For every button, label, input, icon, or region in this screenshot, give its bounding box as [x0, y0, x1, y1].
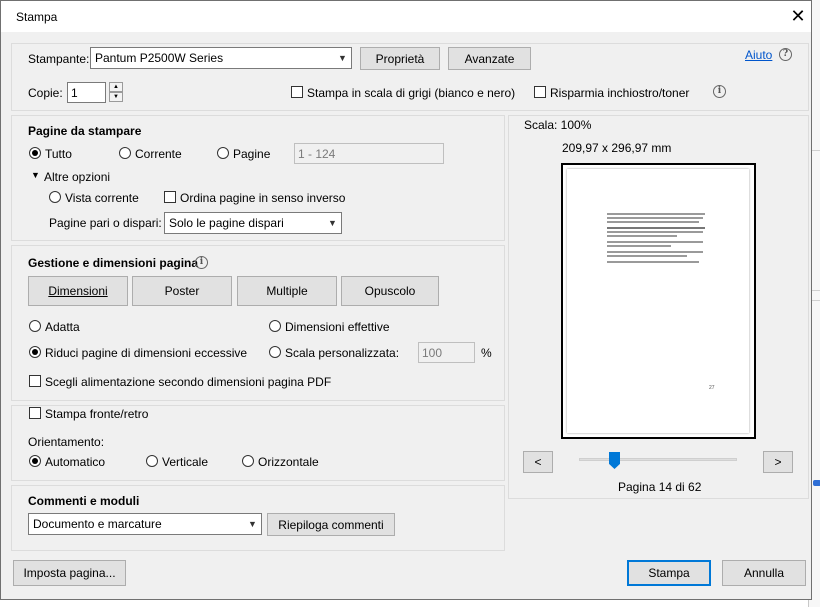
print-button[interactable]: Stampa	[627, 560, 711, 586]
help-icon[interactable]: ?	[779, 48, 792, 61]
shrink-radio[interactable]	[29, 346, 41, 358]
save-ink-checkbox[interactable]	[534, 86, 546, 98]
orientation-landscape-radio[interactable]	[242, 455, 254, 467]
printer-select[interactable]: Pantum P2500W Series ▼	[90, 47, 352, 69]
orientation-landscape-label: Orizzontale	[258, 455, 319, 469]
help-link[interactable]: Aiuto	[745, 48, 772, 62]
pages-range-radio[interactable]	[217, 147, 229, 159]
pages-all-radio[interactable]	[29, 147, 41, 159]
odd-even-label: Pagine pari o dispari:	[49, 216, 162, 230]
comments-section-title: Commenti e moduli	[28, 494, 140, 508]
info-icon[interactable]: i	[195, 256, 208, 269]
comments-select-value: Documento e marcature	[33, 517, 162, 531]
next-page-button[interactable]: >	[763, 451, 793, 473]
reverse-order-checkbox[interactable]	[164, 191, 176, 203]
tab-dimensioni[interactable]: Dimensioni	[28, 276, 128, 306]
tab-opuscolo[interactable]: Opuscolo	[341, 276, 439, 306]
close-icon[interactable]: ✕	[787, 5, 809, 27]
page-setup-button[interactable]: Imposta pagina...	[13, 560, 126, 586]
custom-scale-label: Scala personalizzata:	[285, 346, 400, 360]
print-dialog: Stampa ✕ Stampante: Pantum P2500W Series…	[0, 0, 812, 600]
orientation-auto-label: Automatico	[45, 455, 106, 469]
odd-even-value: Solo le pagine dispari	[169, 216, 284, 230]
pages-range-input[interactable]: 1 - 124	[294, 143, 444, 164]
pages-current-label: Corrente	[135, 147, 182, 161]
page-slider-track[interactable]	[579, 458, 737, 461]
previous-page-button[interactable]: <	[523, 451, 553, 473]
save-ink-label: Risparmia inchiostro/toner	[550, 86, 690, 100]
background-blue-marker	[813, 480, 820, 486]
paper-source-label: Scegli alimentazione secondo dimensioni …	[45, 375, 332, 389]
copies-input[interactable]: 1	[67, 82, 106, 103]
current-view-radio[interactable]	[49, 191, 61, 203]
printer-select-value: Pantum P2500W Series	[95, 51, 224, 65]
summarize-comments-button[interactable]: Riepiloga commenti	[267, 513, 395, 536]
preview-dimensions: 209,97 x 296,97 mm	[562, 141, 672, 155]
preview-page: 27	[567, 169, 749, 433]
printer-label: Stampante:	[28, 52, 90, 66]
orientation-portrait-label: Verticale	[162, 455, 209, 469]
duplex-checkbox[interactable]	[29, 407, 41, 419]
fit-radio[interactable]	[29, 320, 41, 332]
pages-current-radio[interactable]	[119, 147, 131, 159]
orientation-portrait-radio[interactable]	[146, 455, 158, 467]
pages-section-title: Pagine da stampare	[28, 124, 142, 138]
page-indicator: Pagina 14 di 62	[618, 480, 702, 494]
title-bar: Stampa ✕	[1, 1, 811, 32]
tab-poster[interactable]: Poster	[132, 276, 232, 306]
sizing-section-title: Gestione e dimensioni pagina	[28, 256, 199, 270]
window-title: Stampa	[16, 10, 58, 24]
odd-even-select[interactable]: Solo le pagine dispari ▼	[164, 212, 342, 234]
pages-all-label: Tutto	[45, 147, 72, 161]
grayscale-label: Stampa in scala di grigi (bianco e nero)	[307, 86, 516, 100]
properties-button[interactable]: Proprietà	[360, 47, 440, 70]
preview-sheet-page-number: 27	[709, 385, 715, 391]
paper-source-checkbox[interactable]	[29, 375, 41, 387]
tab-multiple[interactable]: Multiple	[237, 276, 337, 306]
comments-select[interactable]: Documento e marcature ▼	[28, 513, 262, 535]
pages-range-label: Pagine	[233, 147, 271, 161]
chevron-down-icon: ▼	[328, 218, 337, 228]
chevron-down-icon: ▼	[338, 53, 347, 63]
custom-scale-radio[interactable]	[269, 346, 281, 358]
preview-scale: Scala: 100%	[524, 118, 592, 132]
custom-scale-input[interactable]: 100	[418, 342, 475, 363]
chevron-down-icon: ▼	[248, 519, 257, 529]
advanced-button[interactable]: Avanzate	[448, 47, 531, 70]
expand-triangle-icon[interactable]: ▼	[31, 170, 40, 180]
actual-size-label: Dimensioni effettive	[285, 320, 390, 334]
grayscale-checkbox[interactable]	[291, 86, 303, 98]
info-icon[interactable]: i	[713, 85, 726, 98]
reverse-order-label: Ordina pagine in senso inverso	[180, 191, 346, 205]
current-view-label: Vista corrente	[65, 191, 139, 205]
stepper-up-icon[interactable]: ▲	[109, 82, 123, 92]
percent-label: %	[481, 346, 492, 360]
stepper-down-icon[interactable]: ▼	[109, 92, 123, 102]
more-options-label[interactable]: Altre opzioni	[44, 170, 110, 184]
actual-size-radio[interactable]	[269, 320, 281, 332]
copies-stepper[interactable]: ▲ ▼	[109, 82, 123, 102]
orientation-auto-radio[interactable]	[29, 455, 41, 467]
cancel-button[interactable]: Annulla	[722, 560, 806, 586]
orientation-label: Orientamento:	[28, 435, 105, 449]
copies-label: Copie:	[28, 86, 63, 100]
duplex-label: Stampa fronte/retro	[45, 407, 149, 421]
shrink-label: Riduci pagine di dimensioni eccessive	[45, 346, 248, 360]
fit-label: Adatta	[45, 320, 80, 334]
